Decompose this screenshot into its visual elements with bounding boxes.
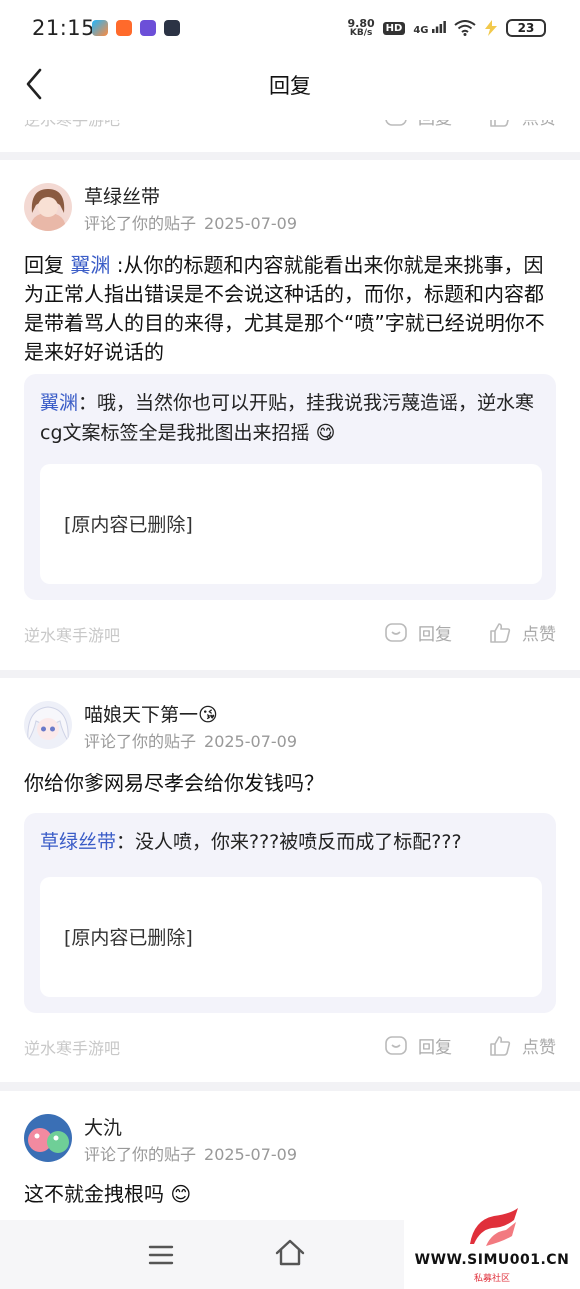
username[interactable]: 大氿 xyxy=(84,1113,122,1140)
quote-text: ：没人喷，你来???被喷反而成了标配??? xyxy=(116,831,462,853)
original-content-box[interactable]: [原内容已删除] xyxy=(40,877,542,997)
quote-content: 翼渊：哦，当然你也可以开贴，挂我说我污蔑造谣，逆水寒cg文案标签全是我批图出来招… xyxy=(40,388,544,448)
action-text: 评论了你的贴子 xyxy=(84,732,197,751)
watermark-subtitle: 私募社区 xyxy=(473,1274,510,1284)
like-label: 点赞 xyxy=(522,120,556,129)
signal-4g: 4G xyxy=(413,20,446,36)
menu-button[interactable] xyxy=(148,1242,174,1268)
reply-prefix: 回复 xyxy=(24,253,71,277)
post-meta: 评论了你的贴子 2025-07-09 xyxy=(84,728,297,752)
action-text: 评论了你的贴子 xyxy=(84,1145,197,1164)
reply-button[interactable]: 回复 xyxy=(384,1033,452,1058)
quoted-comment[interactable]: 翼渊：哦，当然你也可以开贴，挂我说我污蔑造谣，逆水寒cg文案标签全是我批图出来招… xyxy=(24,374,556,600)
post-meta: 评论了你的贴子 2025-07-09 xyxy=(84,210,297,234)
forum-name[interactable]: 逆水寒手游吧 xyxy=(24,1035,120,1059)
reply-card: 喵娘天下第一😘 评论了你的贴子 2025-07-09 你给你爹网易尽孝会给你发钱吗… xyxy=(0,678,580,1082)
username[interactable]: 草绿丝带 xyxy=(84,182,160,209)
reply-label: 回复 xyxy=(418,1038,452,1058)
reply-icon xyxy=(385,622,407,642)
reply-body: 回复 翼渊 :从你的标题和内容就能看出来你就是来挑事，因为正常人指出错误是不会说… xyxy=(24,251,558,367)
signal-bars-icon xyxy=(432,20,446,33)
status-time: 21:15 xyxy=(32,16,96,40)
smile-emoji-icon: 😊 xyxy=(170,1182,192,1206)
mention-link[interactable]: 翼渊 xyxy=(70,253,110,277)
like-button[interactable]: 点赞 xyxy=(488,620,556,645)
kiss-emoji-icon: 😘 xyxy=(198,704,218,726)
reply-text: 这不就金拽根吗 xyxy=(24,1182,164,1206)
quote-author[interactable]: 草绿丝带 xyxy=(40,831,116,853)
watermark-url: WWW.SIMU001.CN xyxy=(414,1252,570,1268)
like-label: 点赞 xyxy=(522,1038,556,1058)
post-date: 2025-07-09 xyxy=(204,214,297,233)
avatar[interactable] xyxy=(24,701,72,749)
reply-icon xyxy=(385,120,407,126)
app-icon-dark xyxy=(164,20,180,36)
reply-card: 草绿丝带 评论了你的贴子 2025-07-09 回复 翼渊 :从你的标题和内容就能… xyxy=(0,160,580,670)
like-label: 点赞 xyxy=(522,625,556,645)
app-icon-orange xyxy=(116,20,132,36)
reply-button[interactable]: 回复 xyxy=(384,120,452,129)
reply-body: 你给你爹网易尽孝会给你发钱吗？ xyxy=(24,771,324,795)
page-title: 回复 xyxy=(269,74,311,98)
reply-card: 大氿 评论了你的贴子 2025-07-09 这不就金拽根吗 😊 xyxy=(0,1091,580,1220)
net-speed-unit: KB/s xyxy=(349,28,373,38)
avatar-anime-icon xyxy=(24,701,72,749)
avatar[interactable] xyxy=(24,1114,72,1162)
signal-label: 4G xyxy=(413,24,429,36)
original-content-box[interactable]: [原内容已删除] xyxy=(40,464,542,584)
card-footer: 逆水寒手游吧 回复 点赞 xyxy=(0,620,580,650)
original-content-text: [原内容已删除] xyxy=(64,514,193,536)
previous-card-tail: 逆水寒手游吧 回复 点赞 xyxy=(0,120,580,152)
hd-badge: HD xyxy=(382,21,406,35)
like-button[interactable]: 点赞 xyxy=(488,1033,556,1058)
reply-button[interactable]: 回复 xyxy=(384,620,452,645)
like-button[interactable]: 点赞 xyxy=(488,120,556,129)
action-text: 评论了你的贴子 xyxy=(84,214,197,233)
quote-author[interactable]: 翼渊 xyxy=(40,392,78,414)
watermark: WWW.SIMU001.CN 私募社区 xyxy=(404,1206,580,1289)
thumbs-up-icon xyxy=(490,622,511,643)
forum-name[interactable]: 逆水寒手游吧 xyxy=(24,120,120,130)
reply-label: 回复 xyxy=(418,120,452,129)
post-date: 2025-07-09 xyxy=(204,1145,297,1164)
status-indicators: 9.80 KB/s HD 4G 23 xyxy=(348,18,546,38)
card-footer: 逆水寒手游吧 回复 点赞 xyxy=(0,1033,580,1063)
battery-indicator: 23 xyxy=(506,19,546,37)
wifi-icon xyxy=(454,20,476,36)
thumbs-up-icon xyxy=(490,1035,511,1056)
avatar-cartoon-icon xyxy=(24,1114,72,1162)
quote-text: ：哦，当然你也可以开贴，挂我说我污蔑造谣，逆水寒cg文案标签全是我批图出来招摇 xyxy=(40,392,535,444)
net-speed: 9.80 KB/s xyxy=(348,18,375,38)
reply-icon xyxy=(385,1035,407,1055)
reply-label: 回复 xyxy=(418,625,452,645)
username-text: 喵娘天下第一 xyxy=(84,704,199,726)
home-icon xyxy=(275,1239,305,1266)
app-icon-purple xyxy=(140,20,156,36)
previous-card-footer: 逆水寒手游吧 回复 点赞 xyxy=(0,120,580,134)
app-icon-blue xyxy=(92,20,108,36)
forum-name[interactable]: 逆水寒手游吧 xyxy=(24,622,120,646)
menu-icon xyxy=(148,1245,174,1265)
reply-body: 这不就金拽根吗 😊 xyxy=(24,1180,558,1209)
avatar-photo-icon xyxy=(24,183,72,231)
original-content-text: [原内容已删除] xyxy=(64,927,193,949)
quote-content: 草绿丝带：没人喷，你来???被喷反而成了标配??? xyxy=(40,827,544,857)
username[interactable]: 喵娘天下第一😘 xyxy=(84,700,218,727)
thumbs-up-icon xyxy=(490,120,509,127)
post-date: 2025-07-09 xyxy=(204,732,297,751)
status-bar: 21:15 9.80 KB/s HD 4G 23 xyxy=(0,0,580,60)
watermark-logo-icon xyxy=(470,1208,518,1246)
charging-icon xyxy=(485,20,497,36)
quoted-comment[interactable]: 草绿丝带：没人喷，你来???被喷反而成了标配??? [原内容已删除] xyxy=(24,813,556,1013)
post-meta: 评论了你的贴子 2025-07-09 xyxy=(84,1141,297,1165)
avatar[interactable] xyxy=(24,183,72,231)
status-app-icons xyxy=(92,20,180,36)
home-button[interactable] xyxy=(274,1238,306,1268)
yum-emoji-icon: 😋 xyxy=(315,422,336,444)
nav-bar: 回复 xyxy=(0,60,580,120)
